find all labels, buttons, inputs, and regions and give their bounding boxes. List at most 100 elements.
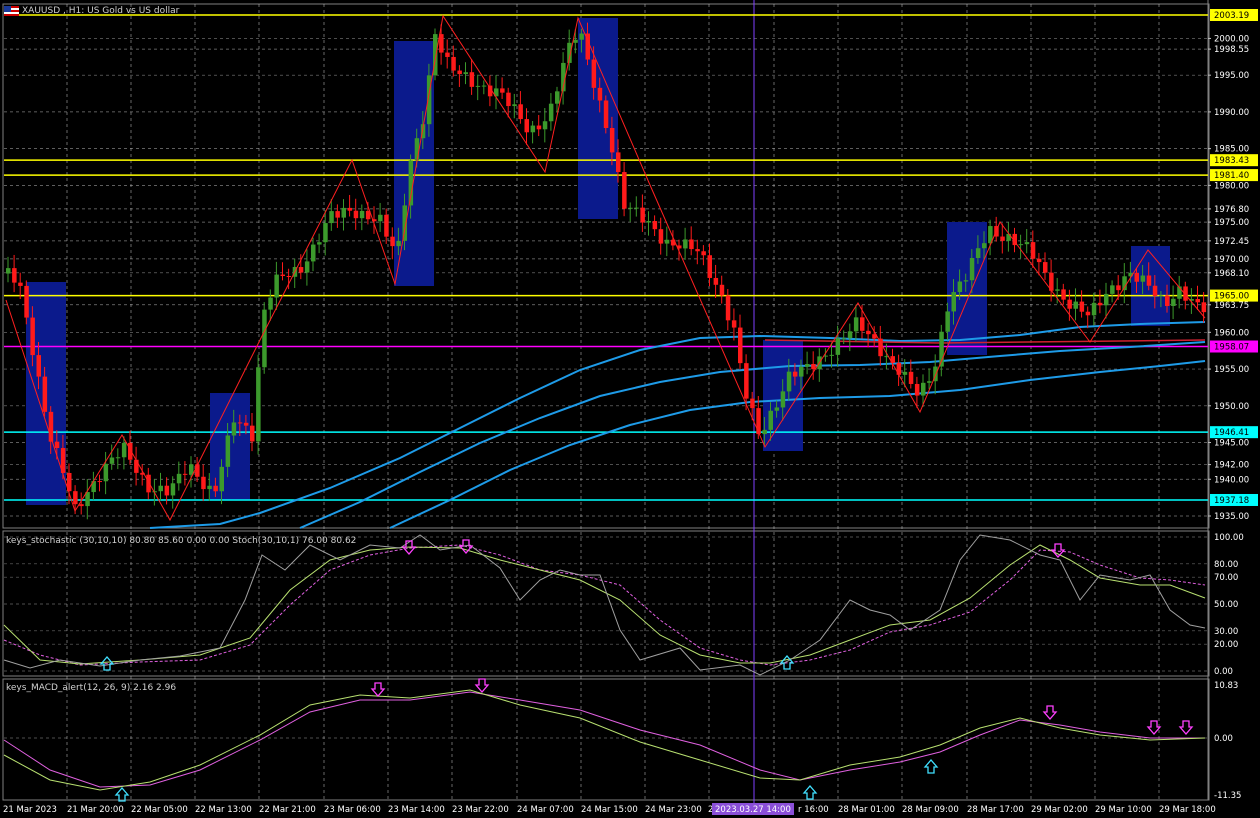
candle-body	[683, 239, 688, 249]
candle-body	[481, 85, 487, 87]
candle-body	[780, 391, 786, 408]
candle-body	[731, 320, 737, 328]
candle-body	[378, 214, 383, 222]
stoch-signal-line	[3, 544, 1206, 666]
candle-body	[445, 52, 450, 57]
macd-tick-label: 10.83	[1214, 681, 1238, 691]
chart-title: XAUUSD , H1: US Gold vs US dollar	[22, 6, 180, 16]
candle-body	[79, 504, 84, 507]
time-tick-label: 24 Mar 15:00	[581, 805, 638, 815]
candle-body	[311, 244, 316, 262]
candle-body	[664, 239, 670, 244]
arrow-up-icon	[802, 785, 818, 800]
candle-body	[304, 261, 310, 273]
candle-body	[469, 72, 475, 87]
candle-body	[689, 239, 694, 250]
candle-body	[1140, 275, 1146, 282]
candle-body	[134, 459, 139, 473]
trading-chart[interactable]: 2000.001998.55 1995.00 1990.00 1985.00 1980.…	[0, 0, 1260, 818]
price-badge-label: 1981.40	[1214, 171, 1249, 181]
candle-body	[463, 72, 468, 75]
time-tick-label: 24 Mar 07:00	[517, 805, 574, 815]
price-badge-label: 2003.19	[1214, 11, 1249, 21]
candle-body	[225, 435, 231, 467]
candle-body	[396, 240, 401, 247]
stoch-tick-label: 70.00	[1214, 573, 1238, 583]
candle-body	[963, 280, 969, 282]
candle-body	[792, 371, 798, 377]
candle-body	[555, 91, 560, 104]
candle-body	[1043, 262, 1048, 273]
candle-body	[799, 366, 804, 377]
candle-body	[24, 285, 29, 318]
candle-body	[1030, 242, 1036, 259]
candle-body	[170, 483, 176, 496]
candle-body	[579, 33, 584, 40]
candle-body	[701, 251, 706, 256]
time-tick-label: 23 Mar 14:00	[388, 805, 445, 815]
candle-body	[353, 210, 359, 219]
candle-body	[73, 491, 78, 505]
time-tick-label: 28 Mar 09:00	[902, 805, 959, 815]
candle-body	[1079, 301, 1085, 312]
candle-body	[213, 485, 218, 492]
arrow-down-icon	[474, 678, 490, 693]
time-tick-label: 28 Mar 01:00	[838, 805, 895, 815]
crosshair-time-label: 2023.03.27 14:00	[715, 805, 791, 815]
candle-body	[121, 442, 127, 458]
candle-body	[524, 119, 529, 133]
candle-body	[1055, 289, 1060, 291]
candle-body	[1201, 302, 1207, 313]
candle-body	[1085, 311, 1091, 316]
candle-body	[12, 268, 17, 283]
candle-body	[829, 354, 834, 356]
price-tick-label: 1942.00	[1214, 461, 1249, 471]
candle-body	[176, 473, 182, 484]
candle-body	[359, 210, 365, 219]
price-tick-label: 1960.00	[1214, 328, 1249, 338]
candle-body	[597, 87, 603, 101]
panel-frame	[2, 678, 1210, 801]
candle-body	[750, 398, 755, 409]
candle-body	[500, 88, 505, 93]
candle-body	[914, 383, 920, 396]
candle-body	[30, 317, 35, 356]
time-tick-label: 21 Mar 20:00	[67, 805, 124, 815]
stoch-main-line	[3, 544, 1206, 665]
candle-body	[860, 317, 865, 331]
candle-body	[878, 338, 883, 357]
candle-body	[1195, 299, 1200, 303]
candle-body	[902, 371, 908, 375]
candle-body	[707, 255, 712, 278]
candle-body	[951, 292, 956, 312]
stochastic-label: keys_stochastic (30,10,10) 80.80 85.60 0…	[6, 536, 357, 546]
candle-body	[927, 381, 932, 383]
candle-body	[18, 282, 23, 286]
candle-body	[384, 214, 389, 237]
time-tick-label: 22 Mar 13:00	[195, 805, 252, 815]
candle-body	[201, 476, 206, 490]
candle-body	[36, 355, 41, 377]
time-tick-label: 29 Mar 02:00	[1031, 805, 1088, 815]
candle-body	[97, 481, 102, 483]
stochastic-panel	[3, 534, 1206, 676]
candle-body	[921, 382, 926, 396]
candle-body	[182, 473, 188, 475]
candle-body	[268, 297, 273, 310]
candle-body	[713, 277, 719, 285]
candle-body	[158, 485, 163, 492]
candle-body	[274, 274, 279, 298]
candle-body	[1171, 298, 1176, 306]
price-axis: 2000.001998.55 1995.00 1990.00 1985.00 1980.…	[1208, 9, 1258, 801]
candle-body	[853, 317, 859, 332]
time-tick-label: 29 Mar 10:00	[1095, 805, 1152, 815]
price-tick-label: 1970.00	[1214, 255, 1249, 265]
price-tick-label: 1968.10	[1214, 269, 1249, 279]
candle-body	[975, 248, 981, 259]
candle-body	[341, 207, 346, 218]
time-tick-label: 22 Mar 21:00	[259, 805, 316, 815]
stoch-tick-label: 100.00	[1214, 533, 1244, 543]
price-badge-label: 1958.07	[1214, 343, 1249, 353]
macd-label: keys_MACD_alert(12, 26, 9) 2.16 2.96	[6, 683, 177, 693]
flag-icon	[4, 6, 19, 16]
